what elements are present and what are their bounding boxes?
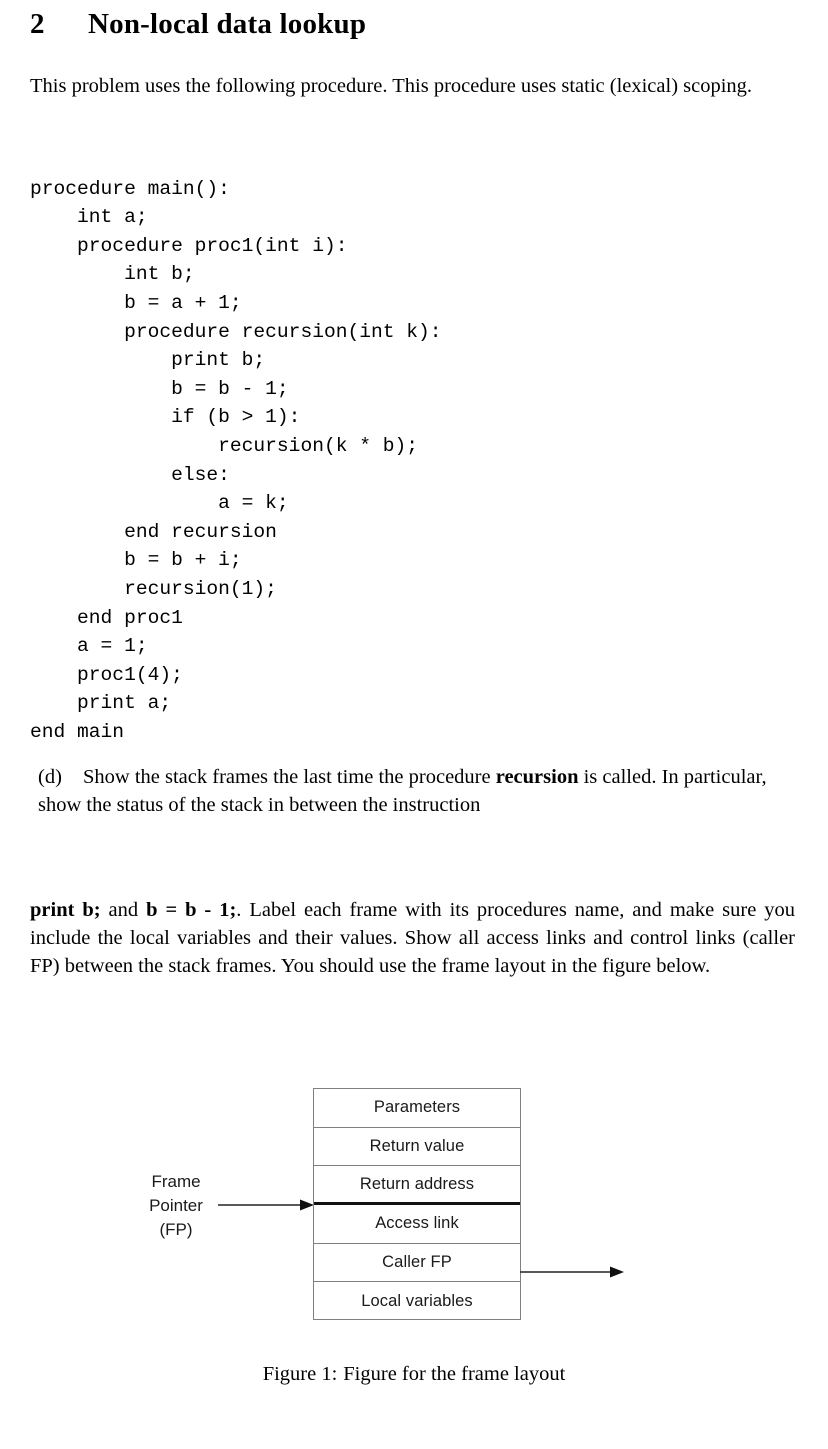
list-marker: (d) [38,766,62,788]
figure-caption: Figure 1: Figure for the frame layout [0,1363,828,1386]
section-title: Non-local data lookup [88,8,367,40]
question-item-d: (d) Show the stack frames the last time … [38,763,795,819]
fp-label-line-2: Pointer [149,1196,203,1215]
frame-row: Return address [314,1166,520,1205]
page-title: 2 Non-local data lookup [30,8,366,41]
document-page: 2 Non-local data lookup This problem uses… [0,0,828,1449]
fp-label-line-1: Frame [151,1172,201,1191]
frame-row: Local variables [361,1292,473,1311]
frame-pointer-arrow-icon [218,1199,314,1211]
frame-pointer-label: Frame Pointer (FP) [135,1170,217,1242]
question-bold-term: recursion [495,766,579,788]
caller-fp-arrow-icon [520,1266,624,1278]
question-text: Show the stack frames the last time the … [38,766,767,816]
continuation-paragraph: print b; and b = b - 1;. Label each fram… [30,896,795,980]
figure-frame-layout: Frame Pointer (FP) Parameters Return val… [0,1060,828,1410]
stack-frame-box: Parameters Return value Return address A… [313,1088,521,1320]
frame-row: Caller FP [314,1244,520,1283]
inline-code-print-b: print b; [30,899,101,921]
fp-label-line-3: (FP) [159,1220,193,1239]
figure-caption-text: Figure for the frame layout [343,1363,566,1385]
frame-row: Parameters [314,1089,520,1128]
question-text-part1: Show the stack frames the last time the … [83,766,496,788]
frame-row: Return value [314,1128,520,1167]
continuation-mid: and [100,899,147,921]
section-number: 2 [30,8,45,40]
inline-code-b-minus-1: b = b - 1; [146,899,237,921]
intro-paragraph: This problem uses the following procedur… [30,75,753,97]
figure-caption-number: Figure 1: [262,1363,338,1385]
code-listing: procedure main(): int a; procedure proc1… [30,177,442,743]
frame-row: Access link [314,1205,520,1244]
